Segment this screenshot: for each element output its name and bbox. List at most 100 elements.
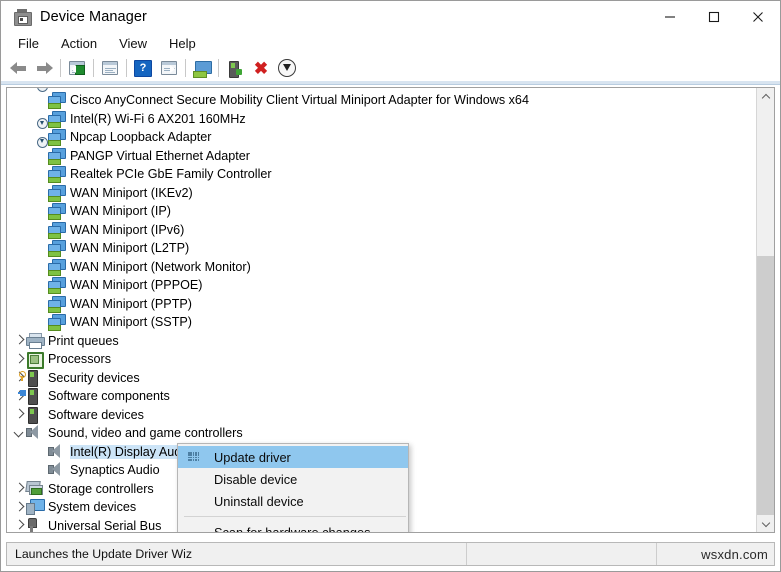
tree-row[interactable]: WAN Miniport (L2TP) [7,239,757,258]
menu-action[interactable]: Action [50,34,108,54]
tree-row[interactable]: WAN Miniport (IP) [7,202,757,221]
chevron-right-icon[interactable] [13,480,26,498]
status-segment-2 [467,543,657,565]
tree-row[interactable]: Sound, video and game controllers [7,424,757,443]
toolbar-separator [185,59,186,77]
scroll-up-arrow[interactable] [757,88,774,105]
tree-row-label: Software components [48,389,170,404]
usb-icon [26,517,43,532]
context-menu-item[interactable]: Uninstall device [178,490,408,512]
tree-expander-placeholder [35,258,48,276]
context-menu-item[interactable]: Scan for hardware changes [178,521,408,533]
system-device-icon [26,499,45,516]
context-menu-item[interactable]: Update driver [178,446,408,468]
network-adapter-icon [48,277,66,295]
back-arrow-icon[interactable] [5,56,31,80]
tree-row[interactable]: WAN Miniport (IPv6) [7,221,757,240]
uninstall-device-icon[interactable]: ✖ [248,56,274,80]
tree-row-label: WAN Miniport (IKEv2) [70,185,193,200]
scroll-down-arrow[interactable] [757,515,774,532]
tree-row-label: WAN Miniport (IP) [70,204,171,219]
speaker-icon [48,462,65,478]
network-adapter-icon [48,314,66,332]
tree-row[interactable]: Cisco AnyConnect Secure Mobility Client … [7,88,757,110]
forward-arrow-icon[interactable] [31,56,57,80]
tree-expander-placeholder [35,184,48,202]
tree-row[interactable]: Processors [7,350,757,370]
menu-help[interactable]: Help [158,34,207,54]
network-adapter-icon [48,166,66,184]
tree-row[interactable]: WAN Miniport (SSTP) [7,313,757,332]
toolbar-separator [218,59,219,77]
tree-row-label: WAN Miniport (PPTP) [70,296,192,311]
disable-device-icon[interactable] [274,56,300,80]
tree-row[interactable]: Intel(R) Wi-Fi 6 AX201 160MHz [7,110,757,129]
chevron-right-icon[interactable] [13,332,26,350]
chevron-down-icon[interactable] [13,424,26,442]
tree-row-label: Cisco AnyConnect Secure Mobility Client … [70,93,529,108]
window-title: Device Manager [40,9,147,25]
tree-row[interactable]: WAN Miniport (Network Monitor) [7,258,757,277]
uninstall-glyph: ✖ [253,58,269,78]
storage-controller-icon [25,480,43,497]
tree-row-label: WAN Miniport (PPPOE) [70,278,203,293]
network-adapter-badge-icon [37,118,66,147]
tree-row[interactable]: PANGP Virtual Ethernet Adapter [7,136,757,166]
tree-expander-placeholder [35,443,48,461]
chevron-right-icon[interactable] [13,517,26,532]
tree-row-label: PANGP Virtual Ethernet Adapter [70,148,250,163]
status-bar: Launches the Update Driver Wiz wsxdn.com [6,542,775,566]
tree-row[interactable]: Security devices [7,369,757,388]
properties-icon[interactable] [97,56,123,80]
tree-row[interactable]: Realtek PCIe GbE Family Controller [7,165,757,184]
tree-expander-placeholder [35,91,48,109]
update-driver-icon[interactable] [222,56,248,80]
tree-row-label: Universal Serial Bus [48,518,162,532]
update-driver-icon [188,452,200,461]
scan-for-hardware-changes-icon[interactable] [189,56,215,80]
close-button[interactable] [736,1,780,33]
watermark: wsxdn.com [701,546,768,562]
tree-row-label: Print queues [48,333,119,348]
show-hide-console-tree-icon[interactable] [64,56,90,80]
tree-row-label: Processors [48,352,111,367]
menu-file[interactable]: File [7,34,50,54]
tree-row-label: Intel(R) Wi-Fi 6 AX201 160MHz [70,111,246,126]
tree-row[interactable]: Npcap Loopback Adapter [7,118,757,147]
tree-expander-placeholder [35,313,48,331]
network-adapter-icon [48,221,66,239]
context-menu-item[interactable]: Disable device [178,468,408,490]
toolbar: ? ✖ [1,55,780,81]
tree-row[interactable]: WAN Miniport (PPTP) [7,295,757,314]
context-menu[interactable]: Update driver Disable device Uninstall dev… [177,443,409,533]
tree-row-label: Sound, video and game controllers [48,426,243,441]
network-adapter-icon [48,258,66,276]
menu-view[interactable]: View [108,34,158,54]
tree-row[interactable]: Software devices [7,406,757,425]
show-hidden-devices-icon[interactable] [156,56,182,80]
tree-row[interactable]: Print queues [7,332,757,351]
minimize-button[interactable] [648,1,692,33]
toolbar-separator [126,59,127,77]
network-adapter-icon [48,184,66,202]
chevron-right-icon[interactable] [13,498,26,516]
maximize-button[interactable] [692,1,736,33]
tree-row-label: System devices [48,500,137,515]
context-menu-item-label: Scan for hardware changes [214,524,371,533]
tree-row-label: Synaptics Audio [70,463,160,478]
tree-row[interactable]: Software components [7,387,757,406]
scrollbar-thumb[interactable] [757,256,774,518]
chevron-right-icon[interactable] [13,350,26,368]
vertical-scrollbar[interactable] [756,88,774,532]
title-bar: Device Manager [1,1,780,33]
help-icon[interactable]: ? [130,56,156,80]
network-adapter-badge-icon [37,136,66,165]
tree-row[interactable]: WAN Miniport (PPPOE) [7,276,757,295]
chevron-right-icon[interactable] [13,406,26,424]
window-controls [648,1,780,33]
tree-expander-placeholder [35,202,48,220]
context-menu-item-label: Update driver [214,449,291,465]
network-adapter-icon [48,240,66,258]
tree-row-label: WAN Miniport (L2TP) [70,241,190,256]
tree-row[interactable]: WAN Miniport (IKEv2) [7,184,757,203]
